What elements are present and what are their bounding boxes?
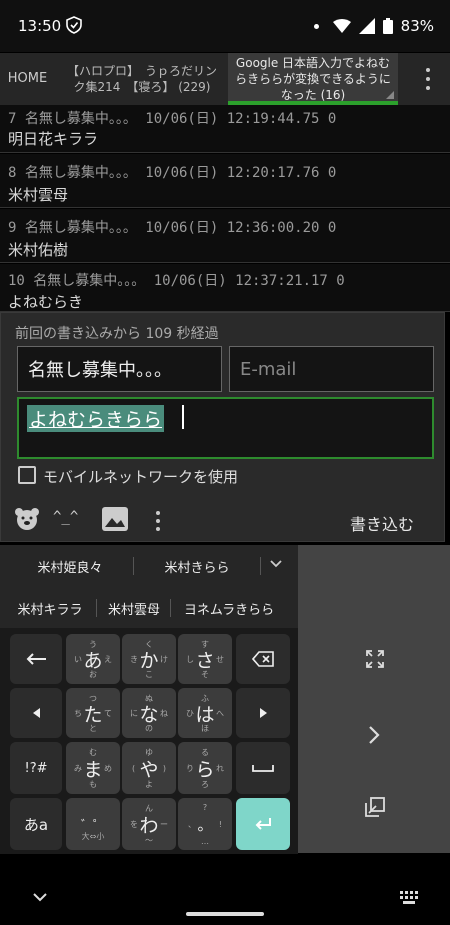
- chevron-right-icon[interactable]: [368, 725, 380, 745]
- key-punctuation[interactable]: 。?、!…: [178, 798, 232, 850]
- bear-icon[interactable]: [13, 506, 41, 532]
- mobile-network-checkbox[interactable]: [18, 466, 36, 484]
- status-bar: 13:50 83%: [0, 0, 450, 52]
- dakuten-icon: ゛゜: [80, 817, 105, 832]
- keyboard: !?# あa あういえお かくきけこ さすしせそ たつちてと なぬにねの はふひ…: [0, 628, 298, 854]
- suggestion-item[interactable]: 米村姫良々: [10, 554, 130, 578]
- hide-keyboard-chevron-icon[interactable]: [33, 893, 47, 902]
- tab-google-ime-label: Google 日本語入力でよねむ らきららが変換できるように なった (16): [235, 55, 391, 103]
- suggestion-item[interactable]: 米村雲母: [100, 596, 168, 620]
- divider: [260, 557, 261, 575]
- post-item[interactable]: 7 名無し募集中。。。 10/06(日) 12:19:44.75 0 明日花キラ…: [0, 105, 450, 153]
- tab-google-ime-thread[interactable]: Google 日本語入力でよねむ らきららが変換できるように なった (16): [228, 53, 398, 105]
- tab-home[interactable]: HOME: [0, 53, 55, 105]
- cursor-right-key[interactable]: [236, 688, 290, 738]
- resize-corner-icon: [386, 91, 394, 99]
- dot-icon: [313, 23, 319, 29]
- reply-composer: 前回の書き込みから 109 秒経過 名無し募集中。。。 E-mail よねむらき…: [0, 312, 445, 542]
- thread-tab-bar: HOME 【ハロプロ】 うｐろだリン ク集214 【寝ろ】 (229) Goog…: [0, 53, 450, 105]
- email-field[interactable]: E-mail: [229, 346, 434, 392]
- punctuation-icon: 。: [197, 815, 213, 834]
- post-header: 8 名無し募集中。。。 10/06(日) 12:20:17.76 0: [8, 165, 337, 181]
- battery-level: 83%: [400, 17, 434, 35]
- post-body: よねむらき: [8, 293, 84, 311]
- divider: [96, 599, 97, 617]
- undo-key[interactable]: [10, 634, 62, 684]
- undo-arrow-icon: [26, 653, 46, 665]
- space-key[interactable]: [236, 742, 290, 794]
- keyboard-switch-icon[interactable]: [400, 891, 420, 905]
- tab-hello-project-thread[interactable]: 【ハロプロ】 うｐろだリン ク集214 【寝ろ】 (229): [56, 53, 228, 105]
- key-ta[interactable]: たつちてと: [66, 688, 120, 738]
- more-options-icon[interactable]: [156, 511, 160, 531]
- key-dakuten[interactable]: ゛゜ 大⇔小: [66, 798, 120, 850]
- kaomoji-button[interactable]: ^_^: [53, 509, 78, 525]
- battery-icon: [382, 18, 393, 34]
- kana-toggle-key[interactable]: あa: [10, 798, 62, 850]
- post-header: 9 名無し募集中。。。 10/06(日) 12:36:00.20 0: [8, 220, 337, 236]
- key-ka[interactable]: かくきけこ: [122, 634, 176, 684]
- elapsed-time-label: 前回の書き込みから 109 秒経過: [15, 326, 219, 342]
- suggestion-item[interactable]: ヨネムラきらら: [174, 596, 284, 620]
- wifi-icon: [332, 19, 351, 33]
- composing-text: よねむらきらら: [27, 405, 165, 432]
- key-na[interactable]: なぬにねの: [122, 688, 176, 738]
- home-handle[interactable]: [186, 912, 264, 916]
- suggestion-item[interactable]: 米村きらら: [137, 554, 257, 578]
- overflow-menu-icon[interactable]: [426, 68, 432, 90]
- key-ma[interactable]: まむみめも: [66, 742, 120, 794]
- post-body: 明日花キララ: [8, 130, 99, 148]
- mobile-network-label: モバイルネットワークを使用: [43, 468, 239, 486]
- message-input[interactable]: よねむらきらら: [17, 397, 434, 459]
- name-field[interactable]: 名無し募集中。。。: [17, 346, 222, 392]
- divider: [133, 557, 134, 575]
- expand-icon[interactable]: [365, 649, 385, 669]
- enter-key[interactable]: [236, 798, 290, 850]
- backspace-icon: [252, 651, 274, 667]
- backspace-key[interactable]: [236, 634, 290, 684]
- chevron-down-icon[interactable]: [270, 560, 282, 568]
- key-wa[interactable]: わんをー〜: [122, 798, 176, 850]
- symbol-key[interactable]: !?#: [10, 742, 62, 794]
- right-triangle-icon: [259, 708, 267, 718]
- post-header: 10 名無し募集中。。。 10/06(日) 12:37:21.17 0: [8, 273, 345, 289]
- post-item[interactable]: 9 名無し募集中。。。 10/06(日) 12:36:00.20 0 米村佑樹: [0, 209, 450, 263]
- key-label: ま: [83, 758, 103, 781]
- text-caret: [182, 405, 184, 429]
- navigation-bar: [0, 873, 450, 925]
- shield-icon: [66, 16, 82, 34]
- key-a[interactable]: あういえお: [66, 634, 120, 684]
- space-icon: [252, 765, 274, 772]
- key-label: ら: [195, 758, 215, 781]
- post-header: 7 名無し募集中。。。 10/06(日) 12:19:44.75 0: [8, 111, 337, 127]
- key-ra[interactable]: らるりれろ: [178, 742, 232, 794]
- post-body: 米村雲母: [8, 186, 69, 204]
- keyboard-side-panel: [298, 545, 450, 853]
- image-icon[interactable]: [101, 506, 129, 532]
- suggestion-item[interactable]: 米村キララ: [10, 596, 90, 620]
- enter-icon: [255, 818, 271, 830]
- post-item[interactable]: 8 名無し募集中。。。 10/06(日) 12:20:17.76 0 米村雲母: [0, 154, 450, 208]
- float-keyboard-icon[interactable]: [365, 797, 385, 817]
- post-button[interactable]: 書き込む: [350, 511, 414, 535]
- left-triangle-icon: [32, 708, 40, 718]
- post-item[interactable]: 10 名無し募集中。。。 10/06(日) 12:37:21.17 0 よねむら…: [0, 264, 450, 312]
- key-label: わ: [139, 814, 159, 837]
- key-ya[interactable]: やゆ() よ: [122, 742, 176, 794]
- key-ha[interactable]: はふひへほ: [178, 688, 232, 738]
- signal-icon: [358, 18, 375, 34]
- key-label: や: [139, 758, 159, 781]
- cursor-left-key[interactable]: [10, 688, 62, 738]
- clock: 13:50: [18, 17, 62, 35]
- post-body: 米村佑樹: [8, 241, 69, 259]
- key-sa[interactable]: さすしせそ: [178, 634, 232, 684]
- divider: [170, 599, 171, 617]
